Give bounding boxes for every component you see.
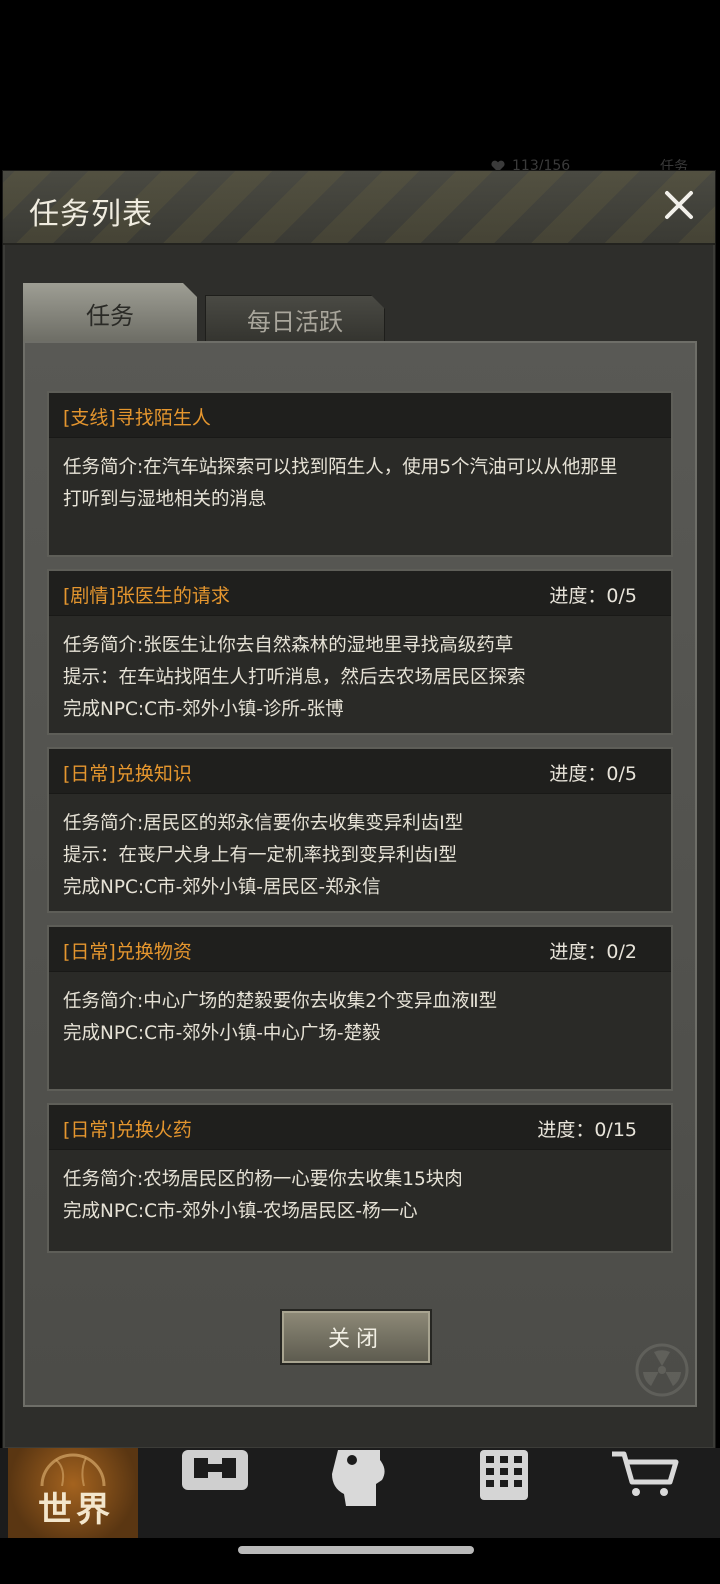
close-button[interactable]: 关闭 — [280, 1309, 432, 1365]
cart-icon — [612, 1451, 679, 1496]
nav-world-label: 世界 — [38, 1490, 114, 1530]
quest-card-header: [日常]兑换物资 进度：0/2 — [49, 927, 671, 972]
quest-description: 任务简介:张医生让你去自然森林的湿地里寻找高级药草 提示：在车站找陌生人打听消息… — [49, 616, 671, 726]
nav-character[interactable] — [326, 1448, 456, 1538]
tab-daily-activity[interactable]: 每日活跃 — [205, 295, 385, 343]
dialog-header: 任务列表 — [3, 171, 715, 245]
system-home-indicator[interactable] — [238, 1546, 474, 1554]
quest-line: 完成NPC:C市-郊外小镇-农场居民区-杨一心 — [63, 1201, 418, 1222]
nav-backpack[interactable] — [176, 1448, 306, 1538]
quest-line: 完成NPC:C市-郊外小镇-中心广场-楚毅 — [63, 1023, 381, 1044]
quest-progress: 进度：0/15 — [537, 1119, 637, 1141]
nav-world[interactable]: 世界 — [8, 1448, 138, 1538]
quest-line: 任务简介:中心广场的楚毅要你去收集2个变异血液Ⅱ型 — [63, 991, 498, 1012]
quest-title: [日常]兑换知识 — [63, 763, 192, 785]
quest-card[interactable]: [剧情]张医生的请求 进度：0/5 任务简介:张医生让你去自然森林的湿地里寻找高… — [47, 569, 673, 735]
quest-progress: 进度：0/5 — [549, 763, 637, 785]
close-icon[interactable] — [659, 185, 699, 225]
tab-quests[interactable]: 任务 — [23, 283, 197, 343]
quest-card[interactable]: [支线]寻找陌生人 任务简介:在汽车站探索可以找到陌生人，使用5个汽油可以从他那… — [47, 391, 673, 557]
dialog-title: 任务列表 — [29, 197, 153, 232]
quest-line: 任务简介:在汽车站探索可以找到陌生人，使用5个汽油可以从他那里 — [63, 457, 618, 478]
tab-quests-label: 任务 — [86, 301, 134, 330]
quest-card-header: [剧情]张医生的请求 进度：0/5 — [49, 571, 671, 616]
quest-description: 任务简介:农场居民区的杨一心要你去收集15块肉 完成NPC:C市-郊外小镇-农场… — [49, 1150, 671, 1228]
tab-daily-activity-label: 每日活跃 — [247, 307, 343, 336]
quest-progress: 进度：0/5 — [549, 585, 637, 607]
nav-phone[interactable] — [476, 1448, 606, 1538]
quest-title: [支线]寻找陌生人 — [63, 407, 211, 429]
quest-line: 完成NPC:C市-郊外小镇-诊所-张博 — [63, 699, 344, 720]
quest-title: [剧情]张医生的请求 — [63, 585, 230, 607]
bottom-nav: 世界 — [0, 1448, 720, 1538]
quest-card-header: [日常]兑换知识 进度：0/5 — [49, 749, 671, 794]
quest-card[interactable]: [日常]兑换火药 进度：0/15 任务简介:农场居民区的杨一心要你去收集15块肉… — [47, 1103, 673, 1253]
phone-icon — [480, 1450, 528, 1500]
globe-icon — [40, 1453, 106, 1486]
quest-card-header: [日常]兑换火药 进度：0/15 — [49, 1105, 671, 1150]
quest-title: [日常]兑换物资 — [63, 941, 192, 963]
backpack-icon — [182, 1450, 248, 1490]
quest-line: 完成NPC:C市-郊外小镇-居民区-郑永信 — [63, 877, 381, 898]
quest-card-header: [支线]寻找陌生人 — [49, 393, 671, 438]
quest-panel: [支线]寻找陌生人 任务简介:在汽车站探索可以找到陌生人，使用5个汽油可以从他那… — [23, 341, 697, 1407]
quest-progress: 进度：0/2 — [549, 941, 637, 963]
quest-line: 打听到与湿地相关的消息 — [63, 489, 267, 510]
nav-shop[interactable] — [610, 1448, 720, 1538]
quest-line: 任务简介:张医生让你去自然森林的湿地里寻找高级药草 — [63, 635, 514, 656]
quest-line: 任务简介:居民区的郑永信要你去收集变异利齿Ⅰ型 — [63, 813, 464, 834]
quest-card[interactable]: [日常]兑换物资 进度：0/2 任务简介:中心广场的楚毅要你去收集2个变异血液Ⅱ… — [47, 925, 673, 1091]
quest-line: 任务简介:农场居民区的杨一心要你去收集15块肉 — [63, 1169, 463, 1190]
quest-line: 提示：在丧尸犬身上有一定机率找到变异利齿Ⅰ型 — [63, 845, 457, 866]
quest-line: 提示：在车站找陌生人打听消息，然后去农场居民区探索 — [63, 667, 526, 688]
quest-description: 任务简介:居民区的郑永信要你去收集变异利齿Ⅰ型 提示：在丧尸犬身上有一定机率找到… — [49, 794, 671, 904]
quest-list-dialog: 任务列表 任务 每日活跃 [支线]寻找陌生人 任务简介:在汽车站探索可以找到陌生… — [2, 170, 716, 1450]
quest-title: [日常]兑换火药 — [63, 1119, 192, 1141]
quest-description: 任务简介:在汽车站探索可以找到陌生人，使用5个汽油可以从他那里 打听到与湿地相关… — [49, 438, 671, 516]
quest-card[interactable]: [日常]兑换知识 进度：0/5 任务简介:居民区的郑永信要你去收集变异利齿Ⅰ型 … — [47, 747, 673, 913]
quest-description: 任务简介:中心广场的楚毅要你去收集2个变异血液Ⅱ型 完成NPC:C市-郊外小镇-… — [49, 972, 671, 1050]
radiation-icon — [635, 1343, 689, 1397]
head-icon — [332, 1450, 385, 1506]
